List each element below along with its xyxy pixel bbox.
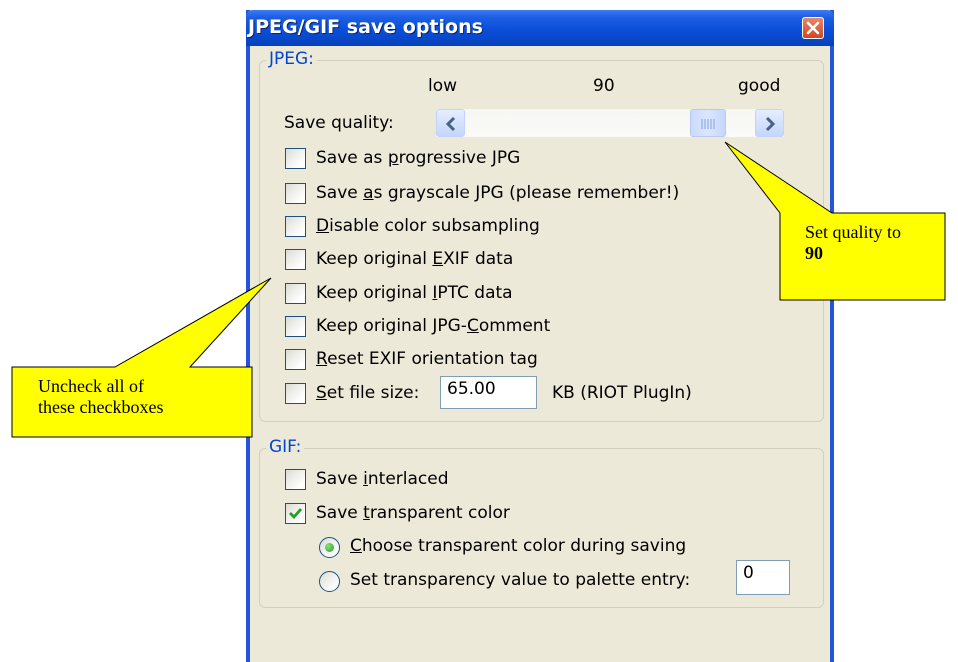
uncheck-callout-text: Uncheck all of these checkboxes (38, 376, 163, 418)
quality-callout-bubble (724, 141, 946, 301)
quality-callout-line1: Set quality to (805, 222, 901, 242)
uncheck-callout-line2: these checkboxes (38, 397, 164, 417)
quality-callout-text: Set quality to 90 (805, 222, 901, 264)
quality-callout-line2: 90 (805, 243, 823, 263)
uncheck-callout-line1: Uncheck all of (38, 376, 144, 396)
callout-shapes (11, 141, 946, 438)
